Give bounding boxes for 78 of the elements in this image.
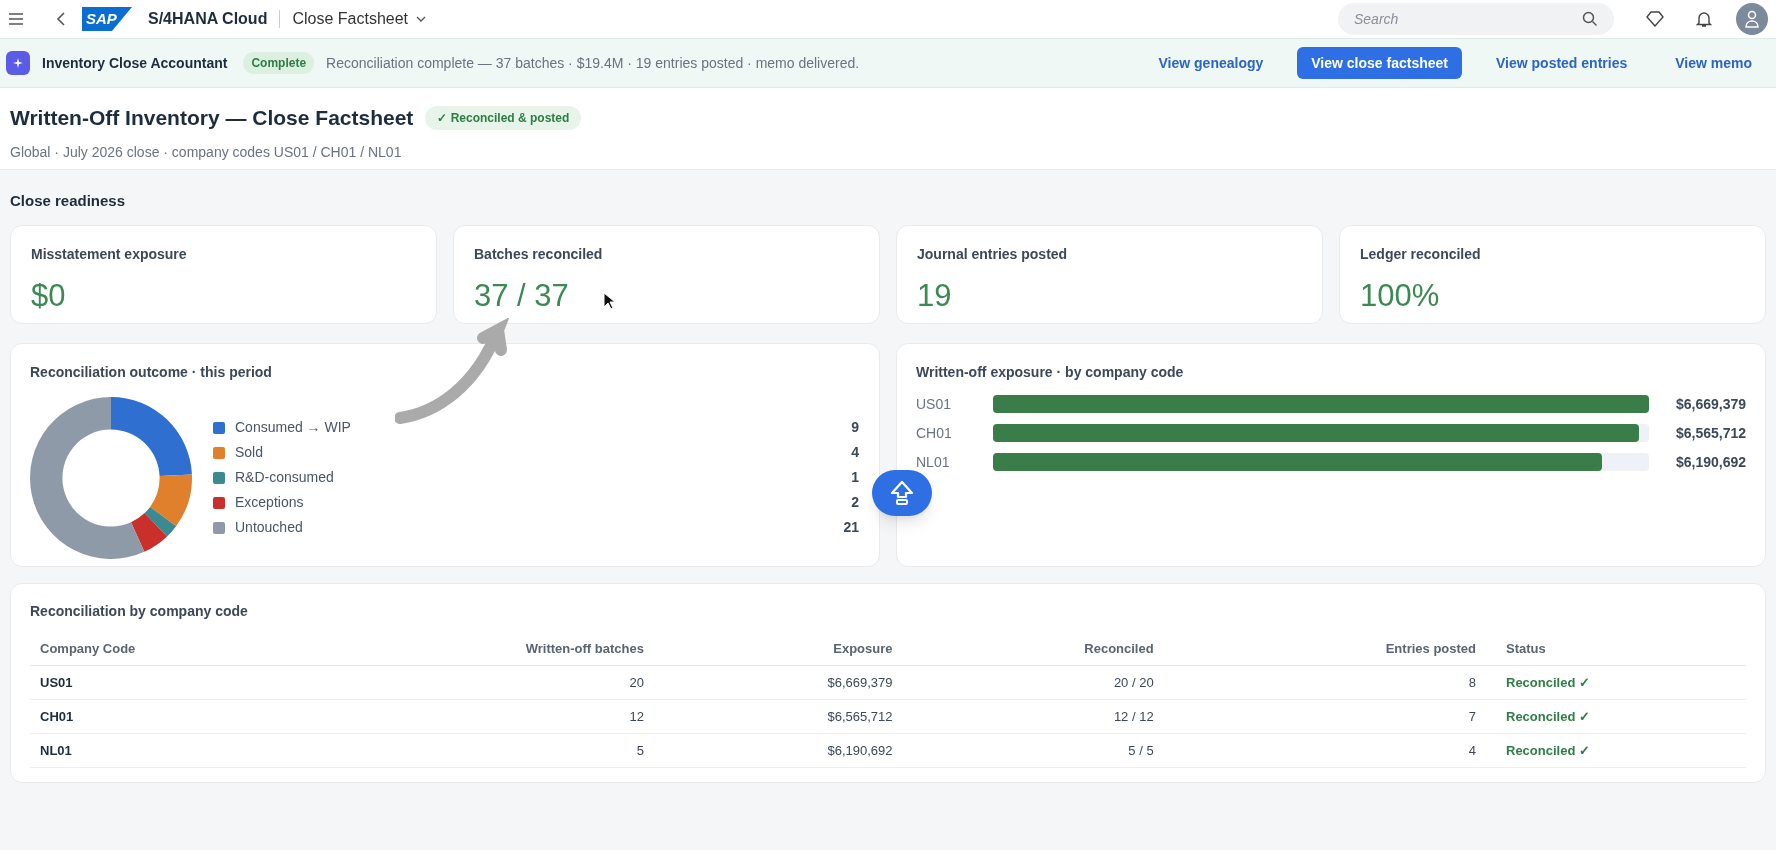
table-cell: 20 / 20 [1113, 674, 1154, 690]
search-input[interactable]: Search [1354, 8, 1582, 30]
legend-label: Exceptions [235, 493, 304, 512]
link-button[interactable]: View posted entries [1482, 47, 1642, 79]
column-header: Written-off batches [525, 640, 644, 656]
kpi-value: $0 [31, 276, 66, 315]
column-header: Reconciled [1084, 640, 1154, 656]
search-icon[interactable] [1582, 11, 1598, 27]
table-cell: 12 [629, 708, 644, 724]
table-cell: $6,669,379 [827, 674, 893, 690]
kpi-label: Misstatement exposure [31, 244, 188, 264]
table-cell: 12 / 12 [1113, 708, 1154, 724]
diamond-icon[interactable] [1646, 11, 1664, 27]
column-header: Exposure [833, 640, 893, 656]
link-button[interactable]: View genealogy [1144, 47, 1278, 79]
bar-value: $6,190,692 [1674, 452, 1746, 472]
avatar[interactable] [1736, 3, 1768, 35]
bar-label: US01 [916, 394, 953, 414]
legend-label: Untouched [235, 518, 303, 537]
legend-value: 4 [851, 443, 860, 462]
legend-value: 21 [843, 518, 860, 537]
card-title: Reconciliation outcome · this period [30, 362, 273, 382]
table-cell: $6,565,712 [827, 708, 893, 724]
legend-label: Sold [235, 443, 264, 462]
bar-value: $6,669,379 [1674, 394, 1746, 414]
kpi-label: Ledger reconciled [1360, 244, 1482, 264]
bar-value: $6,565,712 [1674, 423, 1746, 443]
legend-value: 9 [851, 418, 860, 437]
menu-icon[interactable] [8, 12, 24, 26]
kpi-value: 100% [1360, 276, 1440, 315]
assistant-icon [6, 51, 30, 75]
app-title-menu[interactable]: Close Factsheet [292, 7, 426, 31]
kpi-value: 37 / 37 [474, 276, 569, 315]
logo[interactable]: SAP [82, 7, 132, 31]
primary-button[interactable]: View close factsheet [1297, 47, 1462, 79]
column-header: Status [1506, 640, 1546, 656]
search-field[interactable]: Search [1338, 3, 1614, 35]
kpi-label: Journal entries posted [917, 244, 1069, 264]
status-badge: ✓ Reconciled & posted [425, 105, 582, 130]
page-title: Written-Off Inventory — Close Factsheet [10, 105, 414, 131]
column-header: Company Code [40, 640, 136, 656]
status-message: Reconciliation complete — 37 batches · $19.4M · 19 entries posted · memo delivered. [326, 53, 860, 73]
link-button[interactable]: View memo [1661, 47, 1766, 79]
caret-icon [416, 16, 426, 22]
card-title: Written-off exposure · by company code [916, 362, 1185, 382]
page-subtitle: Global · July 2026 close · company codes US01 / CH01 / NL01 [10, 142, 403, 162]
person-icon [1744, 10, 1760, 28]
table-cell: 8 [1468, 674, 1476, 690]
table-cell: 4 [1468, 742, 1476, 758]
bar-label: CH01 [916, 423, 953, 443]
section-title: Close readiness [10, 191, 127, 211]
product-name: S/4HANA Cloud [148, 9, 268, 29]
table-cell: 5 / 5 [1128, 742, 1154, 758]
bell-icon[interactable] [1696, 10, 1712, 28]
kpi-value: 19 [917, 276, 952, 315]
table-cell: NL01 [40, 742, 72, 758]
agent-name: Inventory Close Accountant [42, 53, 228, 73]
kpi-label: Batches reconciled [474, 244, 604, 264]
back-icon[interactable] [56, 12, 66, 26]
status-text: Reconciled ✓ [1506, 742, 1590, 758]
status-text: Reconciled ✓ [1506, 708, 1590, 724]
table-cell: 20 [629, 674, 644, 690]
legend-label: Consumed → WIP [235, 418, 351, 437]
status-text: Reconciled ✓ [1506, 674, 1590, 690]
bar-label: NL01 [916, 452, 951, 472]
card-title: Reconciliation by company code [30, 601, 249, 621]
column-header: Entries posted [1385, 640, 1476, 656]
table-cell: CH01 [40, 708, 74, 724]
legend-label: R&D-consumed [235, 468, 334, 487]
legend-value: 1 [851, 468, 860, 487]
table-cell: 7 [1468, 708, 1476, 724]
upload-icon [889, 480, 915, 506]
legend-value: 2 [851, 493, 860, 512]
status-badge: Complete [243, 52, 315, 74]
table-cell: $6,190,692 [827, 742, 893, 758]
table-cell: 5 [636, 742, 644, 758]
cursor-icon [603, 292, 615, 310]
table-cell: US01 [40, 674, 73, 690]
